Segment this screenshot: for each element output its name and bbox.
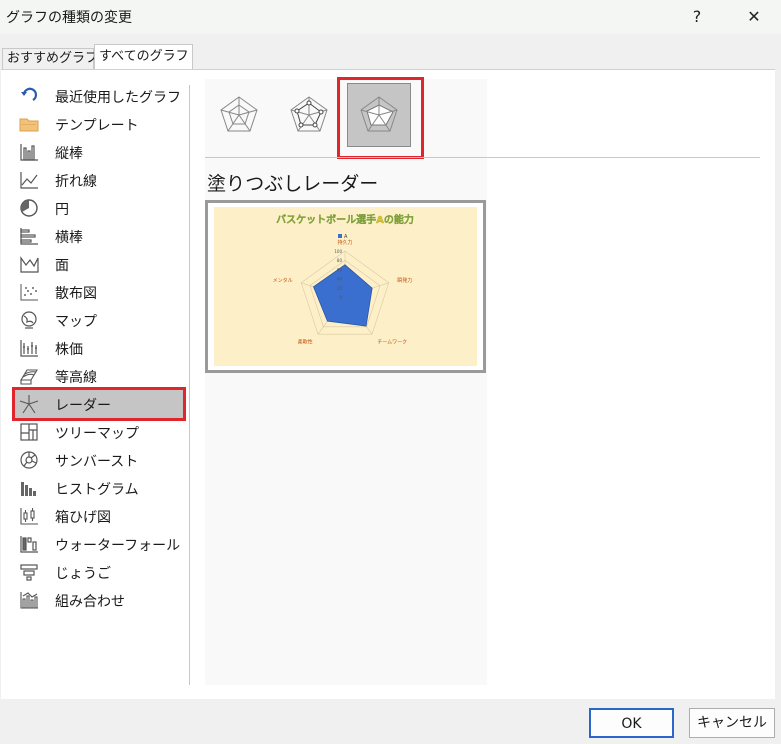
category-line[interactable]: 折れ線 [15, 166, 183, 194]
stock-chart-icon [20, 340, 38, 357]
treemap-chart-icon [20, 423, 38, 441]
category-label: ツリーマップ [55, 426, 139, 442]
title-bar: グラフの種類の変更 ? ✕ [0, 0, 781, 34]
category-histogram[interactable]: ヒストグラム [15, 474, 183, 502]
category-pie[interactable]: 円 [15, 194, 183, 222]
combo-chart-icon [20, 592, 38, 609]
category-label: 最近使用したグラフ [55, 90, 181, 106]
category-label: 株価 [55, 342, 83, 358]
radar-markers-icon [290, 96, 328, 132]
tab-recommended[interactable]: おすすめグラフ [2, 48, 98, 70]
help-button[interactable]: ? [683, 4, 711, 30]
preview-canvas: バスケットボール選手Aの能力 A 100 80 60 40 20 0 持久力 瞬発力 チームワ… [208, 203, 483, 370]
radar-subtype-icon [220, 96, 258, 132]
histogram-chart-icon [21, 482, 36, 496]
preview-title: バスケットボール選手Aの能力 [276, 213, 414, 226]
category-label: 面 [55, 258, 69, 274]
divider [189, 85, 190, 685]
category-label: 散布図 [55, 286, 97, 302]
category-surface[interactable]: 等高線 [15, 362, 183, 390]
divider [205, 157, 760, 158]
radar-chart-icon [19, 395, 39, 414]
category-label: ヒストグラム [55, 482, 139, 498]
category-area[interactable]: 面 [15, 250, 183, 278]
category-radar[interactable]: レーダー [12, 387, 186, 421]
selected-subtype-highlight [337, 77, 424, 159]
preview-chart: バスケットボール選手Aの能力 A 100806040200 持久力瞬発力チームワ… [214, 207, 477, 366]
box-whisker-chart-icon [20, 508, 38, 525]
category-bar[interactable]: 横棒 [15, 222, 183, 250]
scatter-chart-icon [20, 284, 38, 301]
chart-preview[interactable]: バスケットボール選手Aの能力 A 100 80 60 40 20 0 持久力 瞬発力 チームワ… [205, 200, 486, 373]
category-label: 折れ線 [55, 174, 97, 190]
radar-tick-label: 80 [337, 258, 343, 263]
category-recent[interactable]: 最近使用したグラフ [15, 82, 183, 110]
area-chart-icon [20, 256, 39, 273]
radar-axis-label: メンタル [273, 277, 293, 284]
radar-axis-label: チームワーク [377, 339, 407, 345]
category-column[interactable]: 縦棒 [15, 138, 183, 166]
chart-type-name: 塗りつぶしレーダー [207, 173, 379, 195]
close-button[interactable]: ✕ [740, 4, 768, 30]
radar-tick-label: 20 [337, 286, 343, 291]
category-label: マップ [55, 314, 97, 330]
radar-axis-label: 柔軟性 [298, 338, 313, 345]
pie-chart-icon [20, 199, 38, 217]
category-box-whisker[interactable]: 箱ひげ図 [15, 502, 183, 530]
recent-icon [21, 87, 38, 101]
dialog-title: グラフの種類の変更 [6, 10, 132, 26]
category-label: 縦棒 [55, 146, 83, 162]
waterfall-chart-icon [20, 536, 38, 553]
line-chart-icon [20, 172, 38, 189]
category-template[interactable]: テンプレート [15, 110, 183, 138]
category-stock[interactable]: 株価 [15, 334, 183, 362]
folder-icon [19, 118, 39, 132]
category-combo[interactable]: 組み合わせ [15, 586, 183, 614]
category-label: じょうご [55, 566, 111, 582]
category-waterfall[interactable]: ウォーターフォール [15, 530, 183, 558]
cancel-button[interactable]: キャンセル [689, 708, 775, 738]
bar-chart-icon [20, 228, 38, 245]
category-label: サンバースト [55, 454, 139, 470]
category-label: ウォーターフォール [55, 538, 181, 554]
category-label: 横棒 [55, 230, 83, 246]
category-treemap[interactable]: ツリーマップ [15, 418, 183, 446]
category-funnel[interactable]: じょうご [15, 558, 183, 586]
sunburst-chart-icon [20, 451, 38, 469]
preview-legend-swatch [338, 234, 342, 238]
category-map[interactable]: マップ [15, 306, 183, 334]
category-scatter[interactable]: 散布図 [15, 278, 183, 306]
radar-tick-label: 40 [337, 277, 343, 282]
radar-tick-label: 100 [334, 249, 342, 254]
tab-all-charts[interactable]: すべてのグラフ [94, 44, 193, 70]
radar-axis-label: 瞬発力 [397, 277, 412, 284]
subtype-radar[interactable] [207, 83, 271, 147]
map-chart-icon [21, 311, 37, 329]
dialog-footer: OK キャンセル [0, 700, 781, 744]
subtype-radar-markers[interactable] [277, 83, 341, 147]
radar-tick-label: 60 [337, 267, 343, 272]
category-sunburst[interactable]: サンバースト [15, 446, 183, 474]
category-label: 等高線 [55, 370, 97, 386]
surface-chart-icon [20, 369, 38, 385]
funnel-chart-icon [20, 564, 38, 581]
radar-axis-label: 持久力 [337, 239, 352, 246]
column-chart-icon [20, 144, 38, 161]
category-label: 箱ひげ図 [55, 510, 111, 526]
ok-button[interactable]: OK [589, 708, 674, 738]
category-label: 円 [55, 202, 69, 218]
category-label: 組み合わせ [55, 594, 125, 610]
category-label: レーダー [55, 398, 111, 414]
category-label: テンプレート [55, 118, 139, 134]
